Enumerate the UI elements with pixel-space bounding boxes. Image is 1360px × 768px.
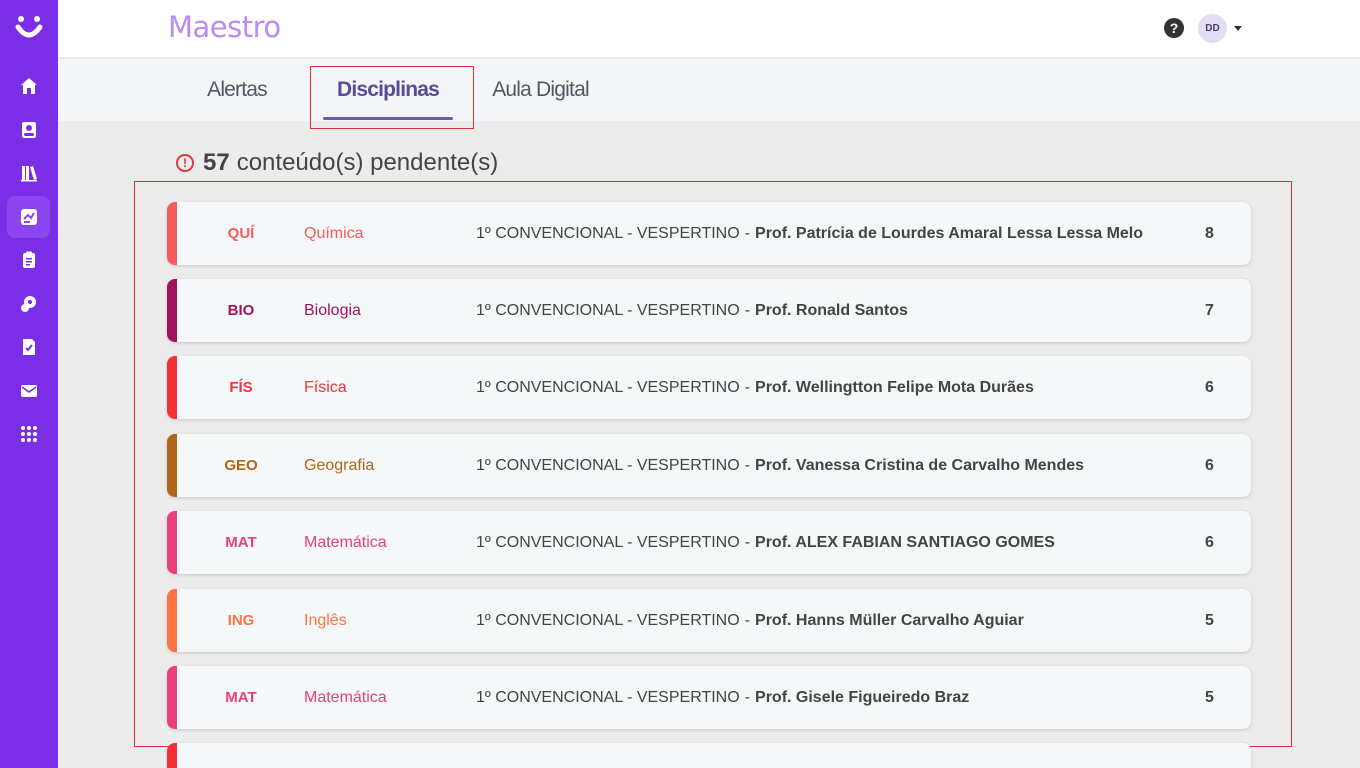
tab-highlight-box (310, 66, 474, 129)
top-header: Maestro ? DD (58, 0, 1360, 58)
pending-item-count: 5 (1205, 688, 1214, 706)
teacher-name: Prof. Ronald Santos (755, 301, 908, 319)
class-group: 1º CONVENCIONAL - VESPERTINO (476, 611, 740, 629)
class-description: 1º CONVENCIONAL - VESPERTINO - Prof. Vanes… (476, 434, 1084, 497)
pending-count: 57 (203, 149, 230, 176)
maestro-logo-icon[interactable] (14, 13, 44, 43)
list-item[interactable]: GEO Geografia 1º CONVENCIONAL - VESPERTI… (167, 434, 1251, 497)
student-icon[interactable] (7, 109, 50, 151)
teacher-name: Prof. ALEX FABIAN SANTIAGO GOMES (755, 533, 1055, 551)
sidebar (0, 0, 58, 768)
subject-color-bar (167, 434, 177, 497)
teacher-name: Prof. Hanns Müller Carvalho Aguiar (755, 611, 1024, 629)
classes-icon[interactable] (7, 196, 50, 238)
library-icon[interactable] (7, 152, 50, 194)
subject-color-bar (167, 666, 177, 729)
subject-name: Física (304, 378, 347, 396)
tab-aula-digital[interactable]: Aula Digital (483, 59, 598, 121)
class-group: 1º CONVENCIONAL - VESPERTINO (476, 224, 740, 242)
teacher-name: Prof. Wellingtton Felipe Mota Durães (755, 378, 1034, 396)
support-icon[interactable] (7, 283, 50, 325)
subject-name: Química (304, 224, 364, 242)
subject-color-bar (167, 279, 177, 342)
subject-abbr: BIO (227, 302, 255, 319)
pending-item-count: 6 (1205, 533, 1214, 551)
class-group: 1º CONVENCIONAL - VESPERTINO (476, 378, 740, 396)
subject-name: Geografia (304, 456, 375, 474)
pending-summary: ! 57 conteúdo(s) pendente(s) (176, 148, 498, 178)
help-icon[interactable]: ? (1164, 18, 1184, 38)
home-icon[interactable] (7, 65, 50, 107)
teacher-name: Prof. Vanessa Cristina de Carvalho Mende… (755, 456, 1085, 474)
assignment-icon[interactable] (7, 326, 50, 368)
list-item[interactable]: ING Inglês 1º CONVENCIONAL - VESPERTINO -… (167, 589, 1251, 652)
class-description: 1º CONVENCIONAL - VESPERTINO - Prof. Hanns… (476, 589, 1024, 652)
mail-icon[interactable] (7, 370, 50, 412)
subject-color-bar (167, 743, 177, 768)
chevron-down-icon[interactable] (1234, 26, 1242, 31)
class-group: 1º CONVENCIONAL - VESPERTINO (476, 533, 740, 551)
app-title: Maestro (168, 10, 281, 44)
separator: - (744, 456, 751, 474)
pending-label: conteúdo(s) pendente(s) (236, 149, 499, 176)
alert-icon: ! (176, 154, 194, 172)
class-group: 1º CONVENCIONAL - VESPERTINO (476, 301, 740, 319)
pending-item-count: 6 (1205, 456, 1214, 474)
class-description: 1º CONVENCIONAL - VESPERTINO - Prof. Welli… (476, 356, 1034, 419)
separator: - (744, 301, 751, 319)
separator: - (744, 378, 751, 396)
teacher-name: Prof. Gisele Figueiredo Braz (755, 688, 970, 706)
class-group: 1º CONVENCIONAL - VESPERTINO (476, 456, 740, 474)
subject-name: Inglês (304, 611, 347, 629)
list-item[interactable]: BIO Biologia 1º CONVENCIONAL - VESPERTIN… (167, 279, 1251, 342)
subject-name: Matemática (304, 533, 387, 551)
list-item[interactable] (167, 743, 1251, 768)
list-item[interactable]: MAT Matemática 1º CONVENCIONAL - VESPERT… (167, 511, 1251, 574)
subject-name: Biologia (304, 301, 361, 319)
tab-alertas[interactable]: Alertas (198, 59, 276, 121)
subject-abbr: GEO (224, 457, 258, 474)
separator: - (744, 688, 751, 706)
pending-item-count: 7 (1205, 301, 1214, 319)
subject-abbr: ING (227, 612, 255, 629)
class-description: 1º CONVENCIONAL - VESPERTINO - Prof. Patrí… (476, 202, 1143, 265)
subject-color-bar (167, 511, 177, 574)
list-item[interactable]: FÍS Física 1º CONVENCIONAL - VESPERTINO -… (167, 356, 1251, 419)
pending-item-count: 6 (1205, 378, 1214, 396)
subject-color-bar (167, 202, 177, 265)
pending-item-count: 5 (1205, 611, 1214, 629)
user-avatar[interactable]: DD (1198, 14, 1227, 43)
subject-abbr: FÍS (229, 379, 253, 396)
class-group: 1º CONVENCIONAL - VESPERTINO (476, 688, 740, 706)
list-item[interactable]: QUÍ Química 1º CONVENCIONAL - VESPERTINO… (167, 202, 1251, 265)
subject-color-bar (167, 589, 177, 652)
class-description: 1º CONVENCIONAL - VESPERTINO - Prof. Gisel… (476, 666, 969, 729)
teacher-name: Prof. Patrícia de Lourdes Amaral Lessa L… (755, 224, 1144, 242)
list-item[interactable]: MAT Matemática 1º CONVENCIONAL - VESPERT… (167, 666, 1251, 729)
separator: - (744, 533, 751, 551)
subject-abbr: MAT (225, 689, 257, 706)
class-description: 1º CONVENCIONAL - VESPERTINO - Prof. Ronal… (476, 279, 908, 342)
tab-bar: Alertas Disciplinas Aula Digital (58, 59, 1360, 129)
separator: - (744, 611, 751, 629)
class-description: 1º CONVENCIONAL - VESPERTINO - Prof. ALEX … (476, 511, 1055, 574)
pending-item-count: 8 (1205, 224, 1214, 242)
subject-abbr: MAT (225, 534, 257, 551)
subject-color-bar (167, 356, 177, 419)
clipboard-icon[interactable] (7, 239, 50, 281)
separator: - (744, 224, 751, 242)
apps-icon[interactable] (7, 413, 50, 455)
subject-abbr: QUÍ (227, 225, 255, 242)
subject-name: Matemática (304, 688, 387, 706)
